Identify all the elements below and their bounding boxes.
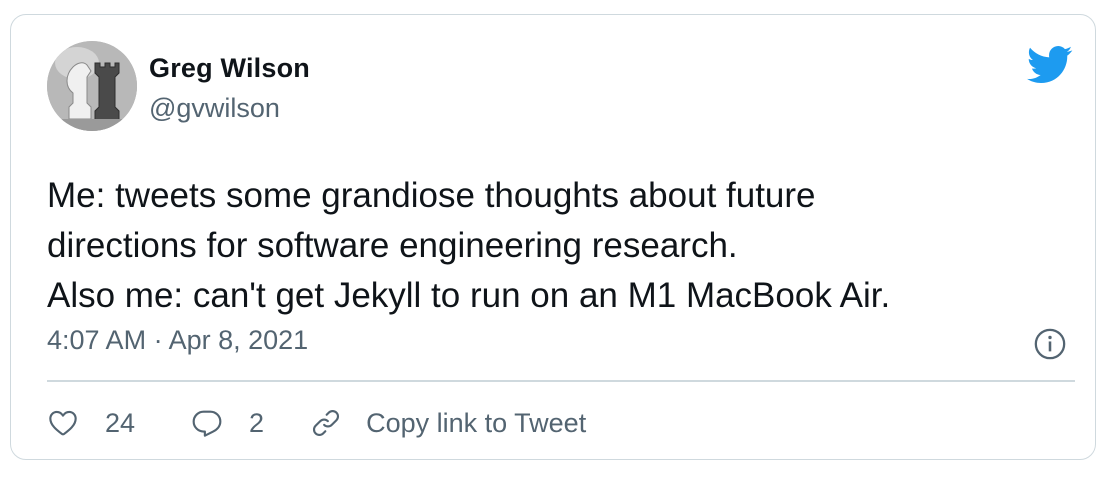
copy-link-button[interactable]: Copy link to Tweet [310, 407, 586, 439]
link-icon [313, 409, 340, 437]
tweet-actions: 24 2 Copy link to Tweet [47, 403, 586, 443]
author-handle[interactable]: @gvwilson [149, 93, 280, 124]
tweet-text-line: Also me: can't get Jekyll to run on an M… [47, 276, 891, 315]
divider [47, 380, 1075, 382]
tweet-timestamp[interactable]: 4:07 AM · Apr 8, 2021 [47, 325, 308, 356]
tweet-text-line: directions for software engineering rese… [47, 226, 738, 265]
info-icon[interactable] [1033, 327, 1067, 361]
reply-bubble-icon [192, 410, 222, 437]
copy-link-label: Copy link to Tweet [366, 407, 587, 438]
avatar[interactable] [47, 41, 137, 131]
like-button[interactable]: 24 [47, 407, 135, 439]
tweet-text: Me: tweets some grandiose thoughts about… [47, 171, 1047, 321]
author-display-name[interactable]: Greg Wilson [149, 53, 310, 84]
twitter-bird-icon[interactable] [1027, 45, 1073, 85]
tweet-text-line: Me: tweets some grandiose thoughts about… [47, 176, 816, 215]
heart-icon [49, 410, 77, 436]
reply-button[interactable]: 2 [191, 407, 264, 439]
chess-pieces-avatar-icon [47, 41, 137, 131]
tweet-card[interactable]: Greg Wilson @gvwilson Me: tweets some gr… [10, 14, 1096, 460]
reply-count: 2 [249, 407, 265, 438]
like-count: 24 [105, 407, 136, 438]
